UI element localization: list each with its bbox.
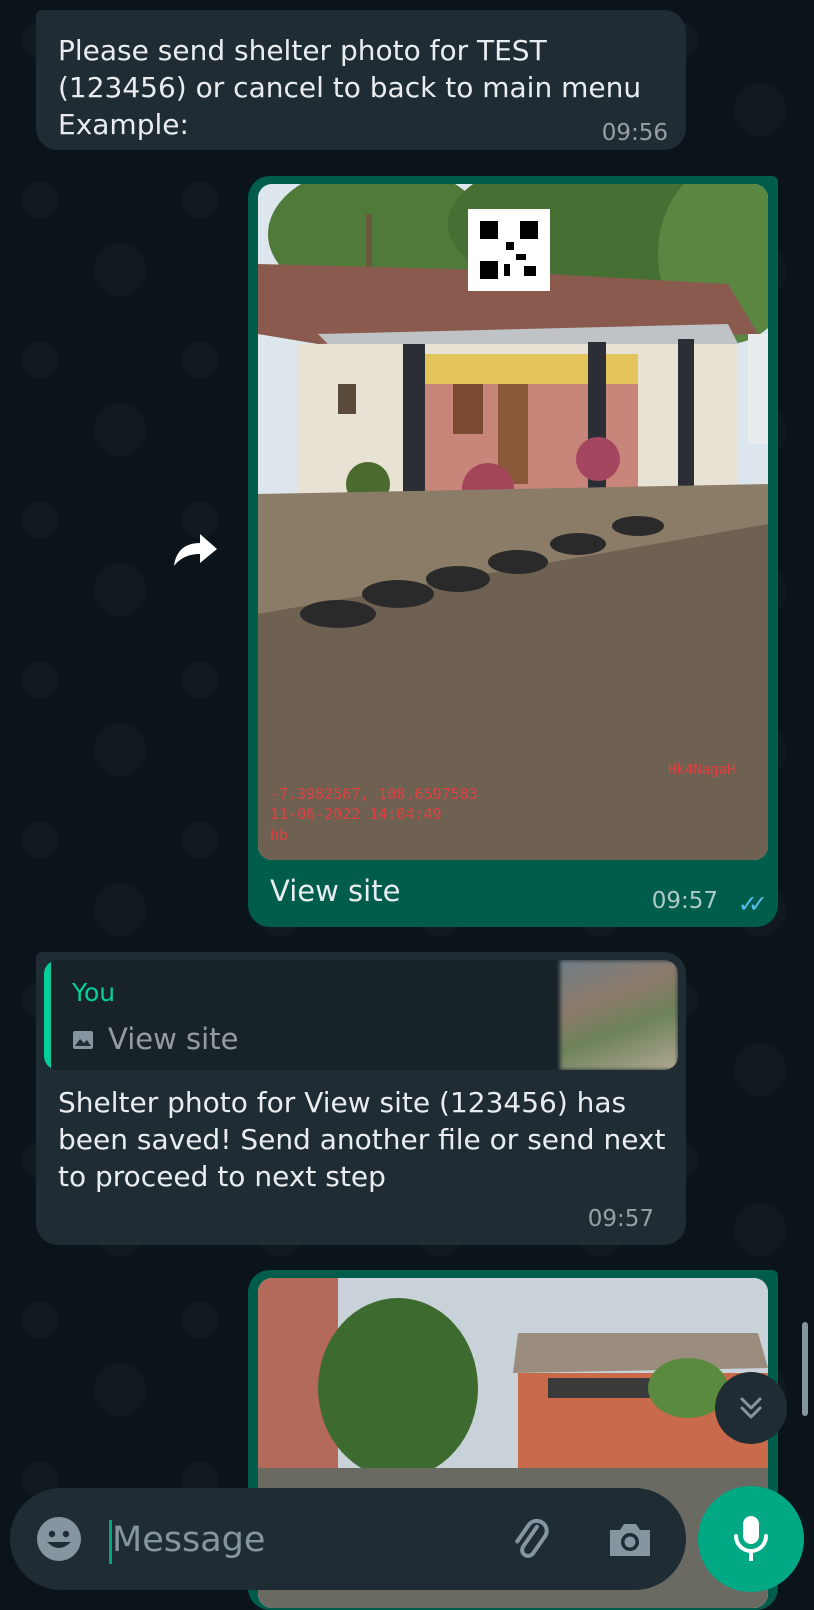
message-time: 09:57 — [587, 1206, 654, 1232]
quote-accent-bar — [44, 960, 51, 1070]
message-time: 09:57 — [651, 888, 718, 914]
quote-author: You — [72, 978, 116, 1007]
camera-icon[interactable] — [606, 1516, 654, 1562]
forward-icon[interactable] — [170, 530, 220, 570]
emoji-icon[interactable] — [36, 1516, 82, 1562]
message-text: Please send shelter photo for TEST (1234… — [58, 34, 642, 141]
incoming-message[interactable]: Please send shelter photo for TEST (1234… — [36, 10, 686, 150]
mic-icon — [734, 1516, 768, 1561]
photo-stamp-datetime: 11-06-2022 14:04:49 — [270, 805, 442, 823]
attach-icon[interactable] — [506, 1514, 556, 1564]
photo-stamp-tag: Hk4NagaH — [668, 762, 735, 778]
message-input[interactable] — [110, 1510, 474, 1570]
quote-thumbnail — [560, 960, 678, 1070]
shelter-photo[interactable]: -7.3982567, 108.6597583 11-06-2022 14:04… — [258, 184, 768, 860]
double-check-icon: ✓✓ — [737, 890, 768, 918]
scrollbar[interactable] — [802, 1322, 808, 1416]
message-time: 09:56 — [601, 120, 668, 146]
quote-text: View site — [108, 1022, 239, 1056]
photo-stamp-coords: -7.3982567, 108.6597583 — [270, 785, 478, 803]
photo-stamp-initials: hb — [270, 826, 288, 844]
outgoing-image-message[interactable]: -7.3982567, 108.6597583 11-06-2022 14:04… — [248, 176, 778, 927]
chevron-double-down-icon — [740, 1397, 762, 1419]
scroll-to-bottom-button[interactable] — [715, 1372, 787, 1444]
image-icon — [73, 1031, 93, 1049]
shelter-photo-image: -7.3982567, 108.6597583 11-06-2022 14:04… — [258, 184, 768, 860]
quoted-message[interactable]: You View site — [44, 960, 678, 1070]
message-composer — [10, 1488, 686, 1590]
incoming-reply-message[interactable]: You View site Shelter photo for View sit… — [36, 952, 686, 1245]
image-caption: View site — [270, 874, 401, 908]
message-text: Shelter photo for View site (123456) has… — [58, 1086, 666, 1193]
mic-button[interactable] — [698, 1486, 804, 1592]
